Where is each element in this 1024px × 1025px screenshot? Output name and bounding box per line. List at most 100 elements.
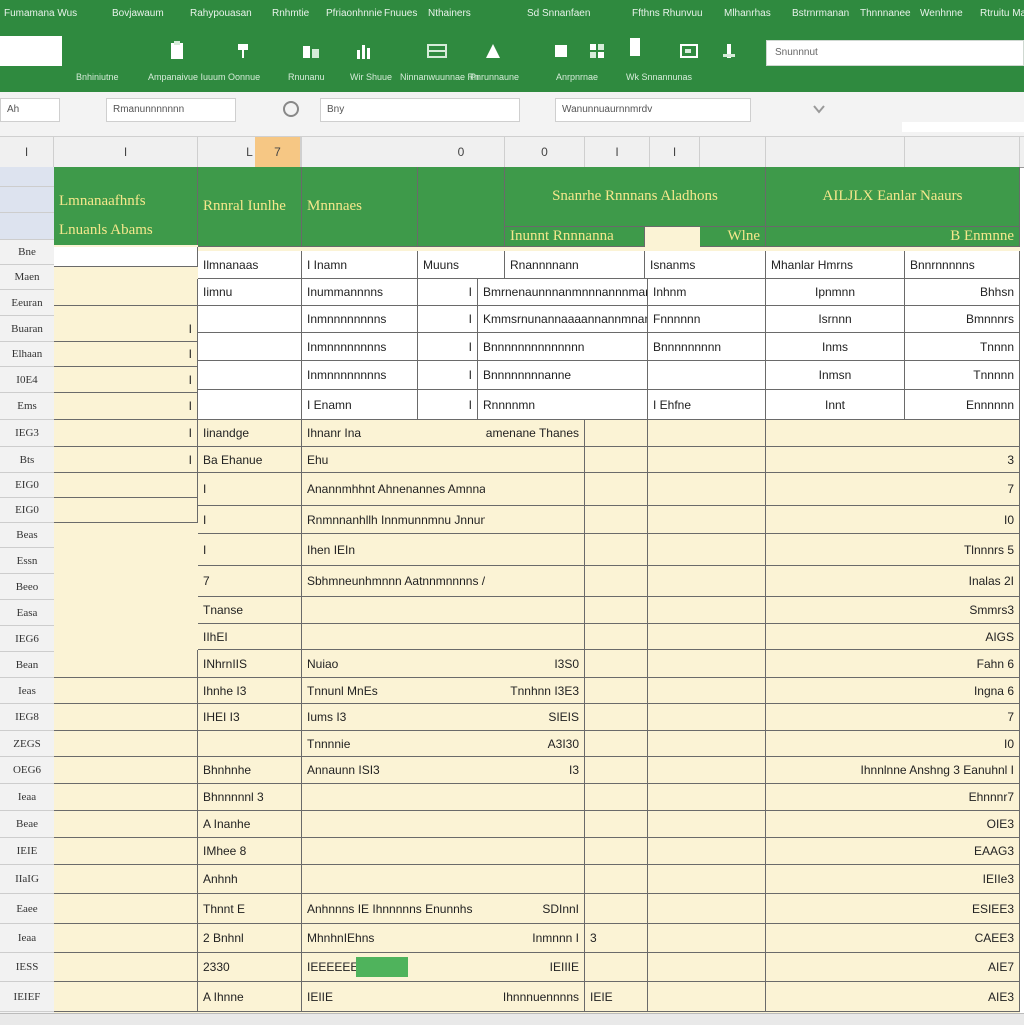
horizontal-scrollbar[interactable] bbox=[0, 1013, 1024, 1025]
column-header[interactable]: I bbox=[585, 137, 650, 167]
body-cell[interactable]: 3 bbox=[585, 924, 648, 953]
body-cell[interactable] bbox=[585, 731, 648, 757]
a-cell[interactable] bbox=[54, 473, 198, 498]
body-cell[interactable]: IIhEI bbox=[198, 624, 302, 650]
body-cell[interactable] bbox=[485, 784, 585, 811]
body-cell[interactable]: Inalas 2I bbox=[766, 566, 1020, 597]
a-cell[interactable] bbox=[54, 498, 198, 523]
grid-icon[interactable] bbox=[580, 34, 614, 68]
row-header[interactable]: IIaIG bbox=[0, 865, 54, 894]
shapes-icon[interactable] bbox=[476, 34, 510, 68]
body-cell[interactable]: SDInnI bbox=[485, 894, 585, 924]
table-cell[interactable]: Inmnnnnnnnns bbox=[302, 333, 418, 361]
body-cell[interactable]: I3 bbox=[485, 757, 585, 784]
body-cell[interactable]: Iinandge bbox=[198, 420, 302, 447]
table-cell[interactable]: Rnnnnmn bbox=[478, 390, 648, 420]
table-cell[interactable]: Ipnmnn bbox=[766, 279, 905, 306]
expand-icon[interactable] bbox=[806, 96, 832, 122]
body-cell[interactable] bbox=[485, 566, 585, 597]
header-cell[interactable]: Snanrhe Rnnnans Aladhons bbox=[505, 167, 766, 227]
name-box[interactable]: Ah bbox=[0, 98, 60, 122]
body-cell[interactable] bbox=[585, 953, 648, 982]
row-header[interactable]: IESS bbox=[0, 953, 54, 982]
table-cell[interactable]: Fnnnnnn bbox=[648, 306, 766, 333]
header-cell[interactable]: Wlne bbox=[700, 227, 766, 247]
body-cell[interactable] bbox=[648, 597, 766, 624]
body-cell[interactable]: AIE7 bbox=[766, 953, 1020, 982]
body-cell[interactable]: Tlnnnrs 5 bbox=[766, 534, 1020, 566]
table-cell[interactable]: I bbox=[418, 361, 478, 390]
body-cell[interactable]: 7 bbox=[766, 473, 1020, 506]
body-cell[interactable] bbox=[648, 506, 766, 534]
body-cell[interactable]: I bbox=[198, 506, 302, 534]
a-cell[interactable]: I bbox=[54, 316, 198, 342]
ribbon-tab[interactable]: Rahypouasan bbox=[190, 8, 252, 19]
body-cell[interactable] bbox=[585, 506, 648, 534]
body-cell[interactable] bbox=[585, 757, 648, 784]
body-cell[interactable]: I0 bbox=[766, 731, 1020, 757]
table-cell[interactable]: Ennnnnn bbox=[905, 390, 1020, 420]
row-header[interactable] bbox=[0, 187, 54, 213]
insert-icon[interactable] bbox=[544, 34, 578, 68]
row-header[interactable]: EIG0 bbox=[0, 498, 54, 523]
body-cell[interactable] bbox=[585, 650, 648, 678]
subheader-cell[interactable]: Bnnrnnnnns bbox=[905, 251, 1020, 279]
body-cell[interactable] bbox=[485, 624, 585, 650]
body-cell[interactable]: I0 bbox=[766, 506, 1020, 534]
body-cell[interactable] bbox=[648, 624, 766, 650]
table-cell[interactable]: I bbox=[418, 390, 478, 420]
a-cell[interactable]: I bbox=[54, 342, 198, 367]
a-cell[interactable]: I bbox=[54, 393, 198, 420]
body-cell[interactable]: Ba Ehanue bbox=[198, 447, 302, 473]
subheader-cell[interactable]: Muuns bbox=[418, 251, 505, 279]
table-cell[interactable]: Inmnnnnnnnns bbox=[302, 361, 418, 390]
column-header[interactable]: I bbox=[54, 137, 198, 167]
body-cell[interactable] bbox=[648, 534, 766, 566]
body-cell[interactable] bbox=[648, 757, 766, 784]
ribbon-tab[interactable]: Fumamana Wus bbox=[4, 8, 77, 19]
body-cell[interactable] bbox=[585, 597, 648, 624]
body-cell[interactable] bbox=[485, 811, 585, 838]
ribbon-search-input[interactable]: Snunnnut bbox=[766, 40, 1024, 66]
body-cell[interactable] bbox=[585, 473, 648, 506]
body-cell[interactable]: Inmnnn I bbox=[485, 924, 585, 953]
body-cell[interactable] bbox=[648, 704, 766, 731]
body-cell[interactable] bbox=[485, 534, 585, 566]
body-cell[interactable] bbox=[585, 894, 648, 924]
refresh-icon[interactable] bbox=[278, 96, 304, 122]
body-cell[interactable] bbox=[485, 447, 585, 473]
body-cell[interactable] bbox=[585, 566, 648, 597]
a-cell[interactable]: I bbox=[54, 447, 198, 473]
table-cell[interactable]: Inummannnns bbox=[302, 279, 418, 306]
a-cell[interactable] bbox=[54, 953, 198, 982]
body-cell[interactable]: 2 Bnhnl bbox=[198, 924, 302, 953]
a-cell[interactable] bbox=[54, 784, 198, 811]
row-header[interactable]: Easa bbox=[0, 600, 54, 626]
body-cell[interactable]: I bbox=[198, 473, 302, 506]
body-cell[interactable] bbox=[485, 597, 585, 624]
row-header[interactable]: IEIEF bbox=[0, 982, 54, 1012]
body-cell[interactable]: IEIE bbox=[585, 982, 648, 1012]
ribbon-tab[interactable]: Rnhmtie bbox=[272, 8, 309, 19]
body-cell[interactable]: I bbox=[198, 534, 302, 566]
header-cell[interactable]: Inunnt Rnnnanna bbox=[505, 227, 645, 247]
table-cell[interactable]: I Ehfne bbox=[648, 390, 766, 420]
row-header[interactable]: I0E4 bbox=[0, 367, 54, 393]
a-cell[interactable] bbox=[54, 924, 198, 953]
ribbon-tab[interactable]: Bstrnrmanan bbox=[792, 8, 849, 19]
table-cell[interactable]: Inhnm bbox=[648, 279, 766, 306]
body-cell[interactable] bbox=[766, 420, 1020, 447]
body-cell[interactable] bbox=[648, 924, 766, 953]
ribbon-tab[interactable]: Thnnnanee bbox=[860, 8, 911, 19]
body-cell[interactable]: Tnanse bbox=[198, 597, 302, 624]
row-header[interactable]: Bean bbox=[0, 652, 54, 678]
body-cell[interactable]: AIGS bbox=[766, 624, 1020, 650]
a-cell[interactable] bbox=[54, 811, 198, 838]
header-cell[interactable] bbox=[418, 167, 505, 247]
header-cell[interactable]: AILJLX Eanlar Naaurs bbox=[766, 167, 1020, 227]
header-cell[interactable]: Lnuanls Abams bbox=[54, 215, 198, 245]
body-cell[interactable]: A Ihnne bbox=[198, 982, 302, 1012]
table-cell[interactable]: I bbox=[418, 306, 478, 333]
table-cell[interactable]: Bhhsn bbox=[905, 279, 1020, 306]
body-cell[interactable]: IEIIe3 bbox=[766, 865, 1020, 894]
